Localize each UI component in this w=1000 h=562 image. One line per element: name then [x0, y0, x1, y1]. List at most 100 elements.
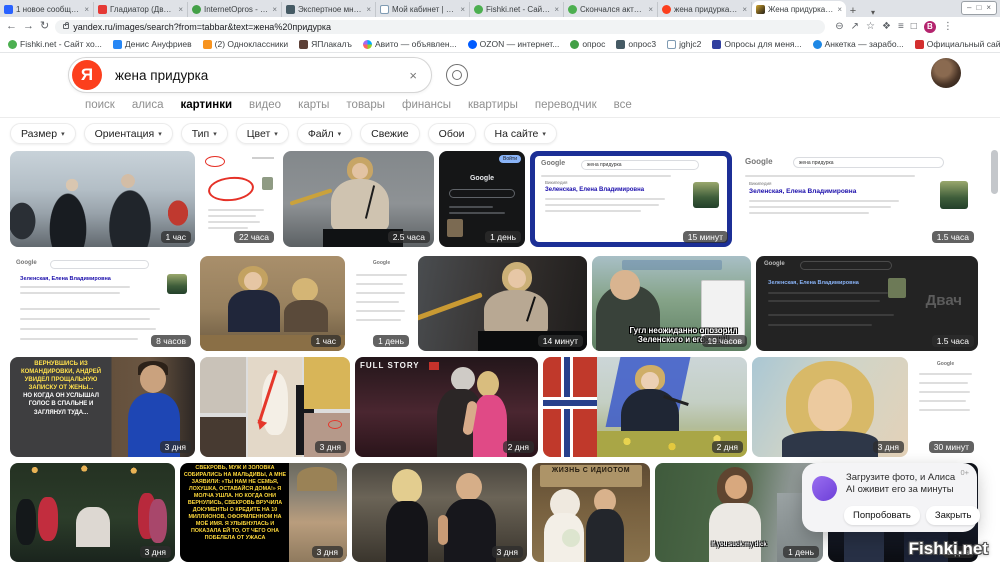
result-annotated-screenshot[interactable]: 22 часа	[200, 151, 278, 247]
tab-tovary[interactable]: товары	[346, 99, 385, 111]
minimize-button[interactable]: –	[967, 3, 971, 13]
bookmark-jghjc2[interactable]: jghjc2	[667, 39, 701, 49]
filter-wallpapers[interactable]: Обои	[428, 123, 476, 144]
yandex-logo[interactable]: Я	[72, 60, 102, 90]
result-woman-podium[interactable]: 2.5 часа	[283, 151, 434, 247]
image-search-camera-icon[interactable]	[446, 64, 468, 86]
result-dark-google-mobile[interactable]: Google Войти 1 день	[439, 151, 525, 247]
window-close-button[interactable]: ×	[986, 3, 991, 13]
bookmark-fishki[interactable]: Fishki.net - Сайт хо...	[8, 39, 102, 49]
bookmark-vk-profile[interactable]: Денис Ануфриев	[113, 39, 192, 49]
clear-search-icon[interactable]: ×	[409, 68, 417, 83]
tab-close-icon[interactable]: ×	[648, 5, 653, 14]
bookmark-opros3[interactable]: опрос3	[616, 39, 656, 49]
filter-type[interactable]: Тип▾	[181, 123, 228, 144]
result-selfie-meme[interactable]: Гугл неожиданно опозорил Зеленского и ег…	[592, 256, 751, 351]
back-icon[interactable]: ←	[6, 21, 17, 32]
filter-on-site[interactable]: На сайте▾	[484, 123, 557, 144]
result-woman-microphone[interactable]: 14 минут	[418, 256, 587, 351]
alice-try-button[interactable]: Попробовать	[844, 506, 920, 525]
filter-fresh[interactable]: Свежие	[360, 123, 420, 144]
result-google-mobile-small[interactable]: Google 30 минут	[913, 357, 978, 457]
reload-icon[interactable]: ↻	[40, 21, 49, 32]
side-panel-icon[interactable]: □	[911, 22, 917, 32]
filter-size[interactable]: Размер▾	[10, 123, 76, 144]
restore-button[interactable]: □	[976, 3, 981, 13]
result-couple-black-outfits[interactable]: 3 дня	[352, 463, 527, 562]
share-icon[interactable]: ↗	[851, 22, 859, 32]
search-input[interactable]: жена придурка	[115, 68, 208, 83]
tab-yandex-search[interactable]: жена придурка — Янд...×	[658, 2, 752, 17]
bookmark-opros[interactable]: опрос	[570, 39, 605, 49]
tab-profi-cabinet[interactable]: Мой кабинет | Profi O...×	[376, 2, 470, 17]
tab-vse[interactable]: все	[614, 99, 632, 111]
result-google-screenshot[interactable]: Google жена придурка Википедия Зеленская…	[737, 151, 978, 247]
result-blonde-woman[interactable]: 3 дня	[752, 357, 908, 457]
result-full-story[interactable]: FULL STORY 2 дня	[355, 357, 538, 457]
bookmark-ozon[interactable]: OZON — интернет...	[468, 39, 560, 49]
tab-poisk[interactable]: поиск	[85, 99, 115, 111]
bookmark-anketka[interactable]: Анкетка — зарабо...	[813, 39, 904, 49]
tab-search-chevron-icon[interactable]: ▾	[866, 8, 880, 17]
tab-expert-opinion[interactable]: Экспертное мнение×	[282, 2, 376, 17]
tab-finansy[interactable]: финансы	[402, 99, 451, 111]
tab-close-icon[interactable]: ×	[742, 5, 747, 14]
result-reality-show-group[interactable]: 3 дня	[10, 463, 175, 562]
result-dark-google-board[interactable]: Google Зеленская, Елена Владимировна Два…	[756, 256, 978, 351]
tab-new-message[interactable]: 1 новое сообщение×	[0, 2, 94, 17]
tab-close-icon[interactable]: ×	[366, 5, 371, 14]
result-norway-speech[interactable]: 2 дня	[543, 357, 747, 457]
toolbar-actions: ⊖ ↗ ☆ ❖ ≡ □ B ⋮	[835, 21, 953, 33]
bookmark-oprosy[interactable]: Опросы для меня...	[712, 39, 801, 49]
tab-close-icon[interactable]: ×	[554, 5, 559, 14]
reading-list-icon[interactable]: ≡	[898, 22, 904, 32]
profile-avatar[interactable]: B	[924, 21, 936, 33]
result-google-screenshot-blue[interactable]: Google жена придурка Википедия Зеленская…	[530, 151, 732, 247]
result-google-questions[interactable]: Google Зеленская, Елена Владимировна 8 ч…	[10, 256, 195, 351]
tab-gladiator[interactable]: Гладиатор (Две части)×	[94, 2, 188, 17]
filter-file[interactable]: Файл▾	[297, 123, 352, 144]
tab-close-icon[interactable]: ×	[84, 5, 89, 14]
result-wedding-photo[interactable]: ЖИЗНЬ С ИДИОТОМ	[532, 463, 650, 562]
result-story-blue-coat[interactable]: ВЕРНУВШИСЬ ИЗ КОМАНДИРОВКИ, АНДРЕЙ УВИДЕ…	[10, 357, 195, 457]
tab-active-images[interactable]: Жена придурка: смотр...×	[752, 1, 846, 17]
new-tab-button[interactable]: +	[846, 5, 860, 17]
result-story-text-meme[interactable]: СВЕКРОВЬ, МУЖ И ЗОЛОВКА СОБИРАЛИСЬ НА МА…	[180, 463, 347, 562]
filter-orientation[interactable]: Ориентация▾	[84, 123, 173, 144]
result-girl-outdoors[interactable]: If you suck my dick 1 день	[655, 463, 823, 562]
result-couple-photo[interactable]: 1 час	[10, 151, 195, 247]
chevron-down-icon: ▾	[542, 130, 546, 138]
tab-close-icon[interactable]: ×	[272, 5, 277, 14]
menu-dots-icon[interactable]: ⋮	[943, 22, 953, 32]
tab-kartinki-active[interactable]: картинки	[181, 99, 233, 111]
yandex-search-box[interactable]: жена придурка ×	[68, 57, 432, 93]
url-text[interactable]: yandex.ru/images/search?from=tabbar&text…	[73, 22, 331, 32]
extensions-icon[interactable]: ❖	[882, 22, 891, 32]
bookmark-avito[interactable]: Авито — объявлен...	[363, 39, 457, 49]
tab-actor-news[interactable]: Скончался актёр Ром...×	[564, 2, 658, 17]
result-assembly-women[interactable]: 1 час	[200, 256, 345, 351]
alice-close-button[interactable]: Закрыть	[926, 506, 981, 525]
tab-close-icon[interactable]: ×	[837, 5, 842, 14]
bookmark-yaplakal[interactable]: ЯПлакалъ	[299, 39, 352, 49]
bookmark-official-site[interactable]: Официальный сай...	[915, 39, 1000, 49]
scrollbar-thumb[interactable]	[991, 150, 998, 194]
zoom-icon[interactable]: ⊖	[835, 22, 843, 32]
address-bar[interactable]: yandex.ru/images/search?from=tabbar&text…	[55, 20, 825, 34]
tab-internetopros[interactable]: InternetOpros - Личн...×	[188, 2, 282, 17]
tab-alisa[interactable]: алиса	[132, 99, 164, 111]
tab-perevodchik[interactable]: переводчик	[535, 99, 597, 111]
tab-close-icon[interactable]: ×	[460, 5, 465, 14]
tab-fishki[interactable]: Fishki.net - Сайт хоро...×	[470, 2, 564, 17]
tab-kvartiry[interactable]: квартиры	[468, 99, 518, 111]
tab-karty[interactable]: карты	[298, 99, 329, 111]
result-narrow-google-mobile[interactable]: Google 1 день	[350, 256, 413, 351]
tab-close-icon[interactable]: ×	[178, 5, 183, 14]
bookmark-odnoklassniki[interactable]: (2) Одноклассники	[203, 39, 288, 49]
tab-video[interactable]: видео	[249, 99, 281, 111]
bookmark-star-icon[interactable]: ☆	[866, 22, 875, 32]
user-avatar[interactable]	[931, 58, 961, 88]
result-photo-collage[interactable]: 3 дня	[200, 357, 350, 457]
forward-icon[interactable]: →	[23, 21, 34, 32]
filter-color[interactable]: Цвет▾	[236, 123, 289, 144]
